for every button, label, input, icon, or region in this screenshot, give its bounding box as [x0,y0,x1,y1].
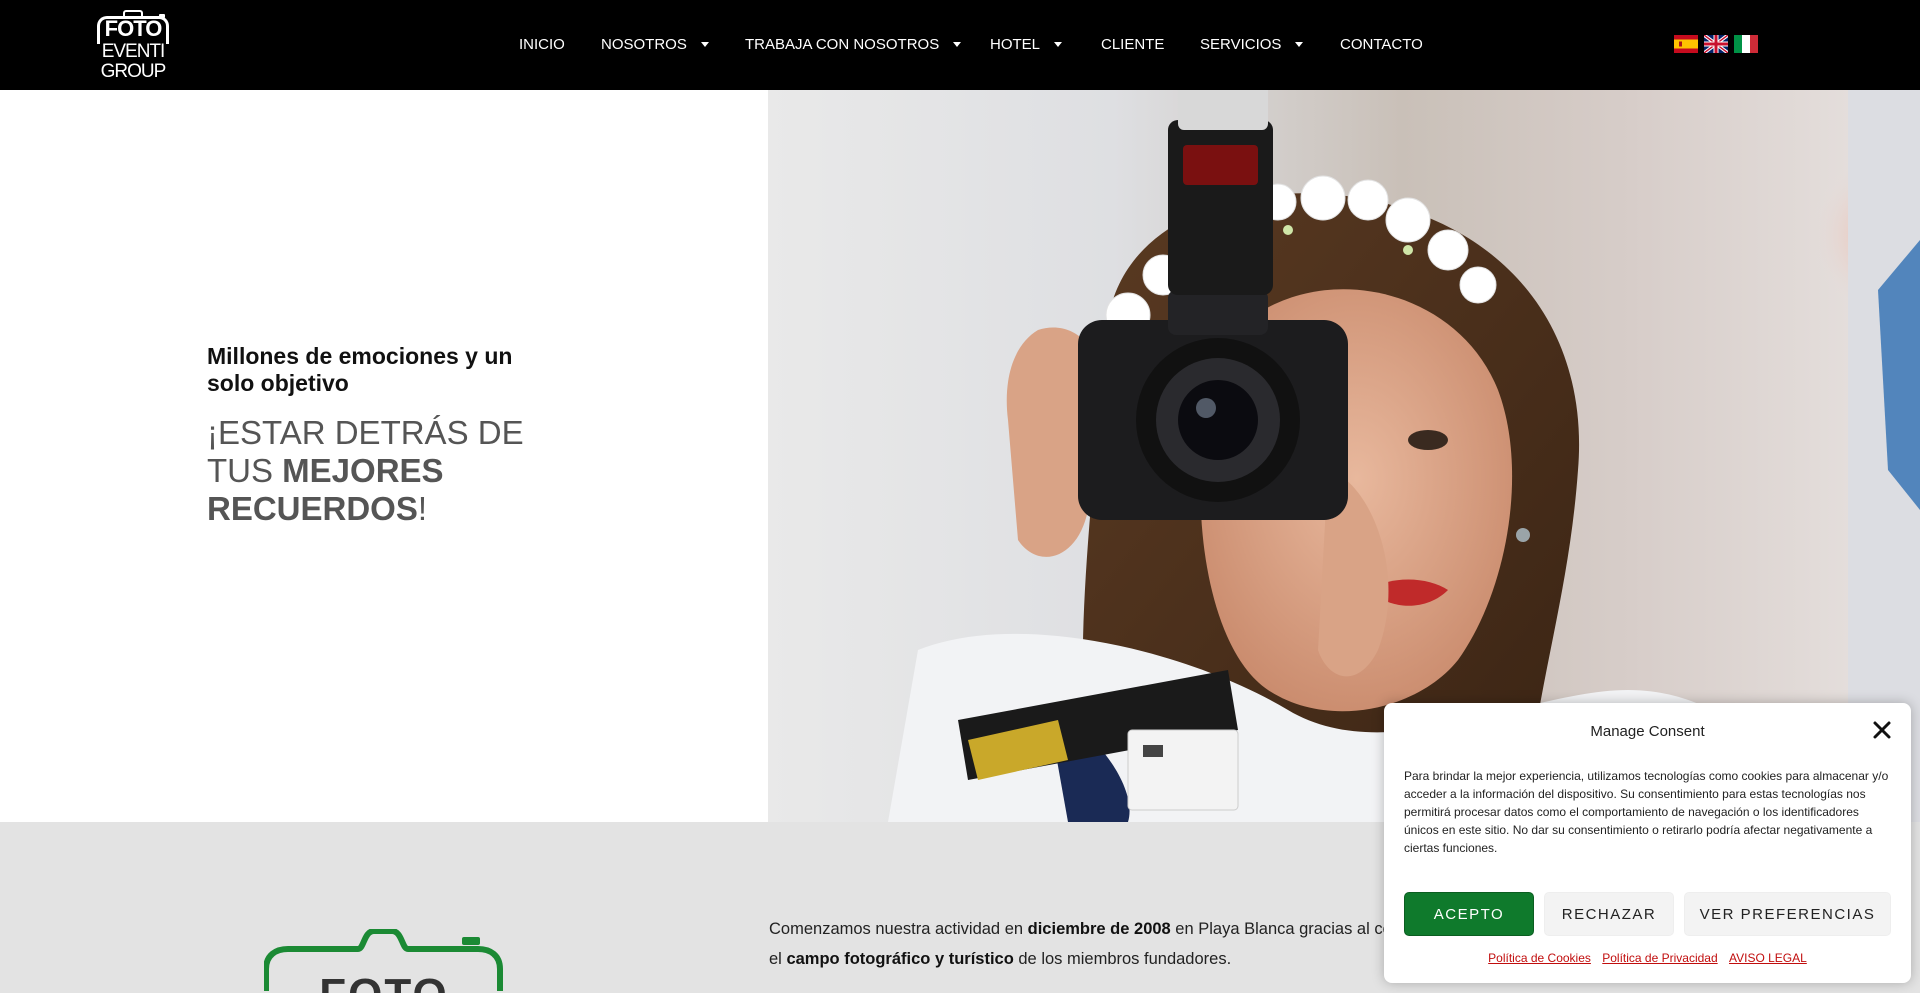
about-text-4: de los miembros fundadores. [1013,950,1232,968]
nav-trabaja-con-nosotros[interactable]: TRABAJA CON NOSOTROS [745,36,962,54]
fotoeventi-green-logo: FOTO [264,929,504,993]
site-logo[interactable]: FOTO EVENTI GROUP [95,8,171,82]
nav-nosotros[interactable]: NOSOTROS [601,36,709,54]
logo-line-1: FOTO [104,16,163,41]
about-bold-1: diciembre de 2008 [1027,920,1171,938]
nav-cliente[interactable]: CLIENTE [1101,36,1164,54]
nav-inicio[interactable]: INICIO [519,36,565,54]
green-logo-text: FOTO [264,973,504,993]
about-bold-2: campo fotográfico y turístico [786,950,1014,968]
nav-label: INICIO [519,36,565,53]
nav-label: SERVICIOS [1200,36,1282,53]
close-icon[interactable] [1871,719,1893,741]
cookie-policy-link[interactable]: Política de Cookies [1488,951,1591,965]
uk-flag-icon[interactable] [1704,35,1728,53]
italian-flag-icon[interactable] [1734,35,1758,53]
logo-line-2: EVENTI [101,41,166,62]
about-text-2: en Playa Blanca gracias al con [1170,920,1401,938]
consent-message: Para brindar la mejor experiencia, utili… [1404,769,1889,855]
nav-label: CLIENTE [1101,36,1165,53]
nav-label: CONTACTO [1340,36,1423,53]
view-preferences-button[interactable]: VER PREFERENCIAS [1684,892,1891,936]
nav-contacto[interactable]: CONTACTO [1340,36,1423,54]
nav-servicios[interactable]: SERVICIOS [1200,36,1304,54]
accept-button[interactable]: ACEPTO [1404,892,1534,936]
nav-label: NOSOTROS [601,36,687,53]
cookie-consent-dialog: Manage Consent Para brindar la mejor exp… [1384,703,1911,983]
nav-label: HOTEL [990,36,1041,53]
legal-notice-link[interactable]: AVISO LEGAL [1729,951,1807,965]
nav-label: TRABAJA CON NOSOTROS [745,36,940,53]
caret-down-icon [700,42,709,47]
about-text-1: Comenzamos nuestra actividad en [769,920,1028,938]
caret-down-icon [1054,42,1063,47]
privacy-policy-link[interactable]: Política de Privacidad [1602,951,1717,965]
reject-button[interactable]: RECHAZAR [1544,892,1674,936]
hero-subtitle: Millones de emociones y un solo objetivo [207,343,513,396]
hero-title: ¡ESTAR DETRÁS DE TUS MEJORES RECUERDOS! [207,414,547,528]
spanish-flag-icon[interactable] [1674,35,1698,53]
consent-links: Política de Cookies Política de Privacid… [1384,950,1911,966]
about-text-3: el [769,950,787,968]
hero-title-end: ! [417,490,428,527]
consent-title: Manage Consent [1590,723,1705,740]
site-header: FOTO EVENTI GROUP INICIO NOSOTROS TRABAJ… [0,0,1920,90]
caret-down-icon [1295,42,1304,47]
caret-down-icon [953,42,962,47]
logo-line-3: GROUP [100,61,167,82]
nav-hotel[interactable]: HOTEL [990,36,1063,54]
